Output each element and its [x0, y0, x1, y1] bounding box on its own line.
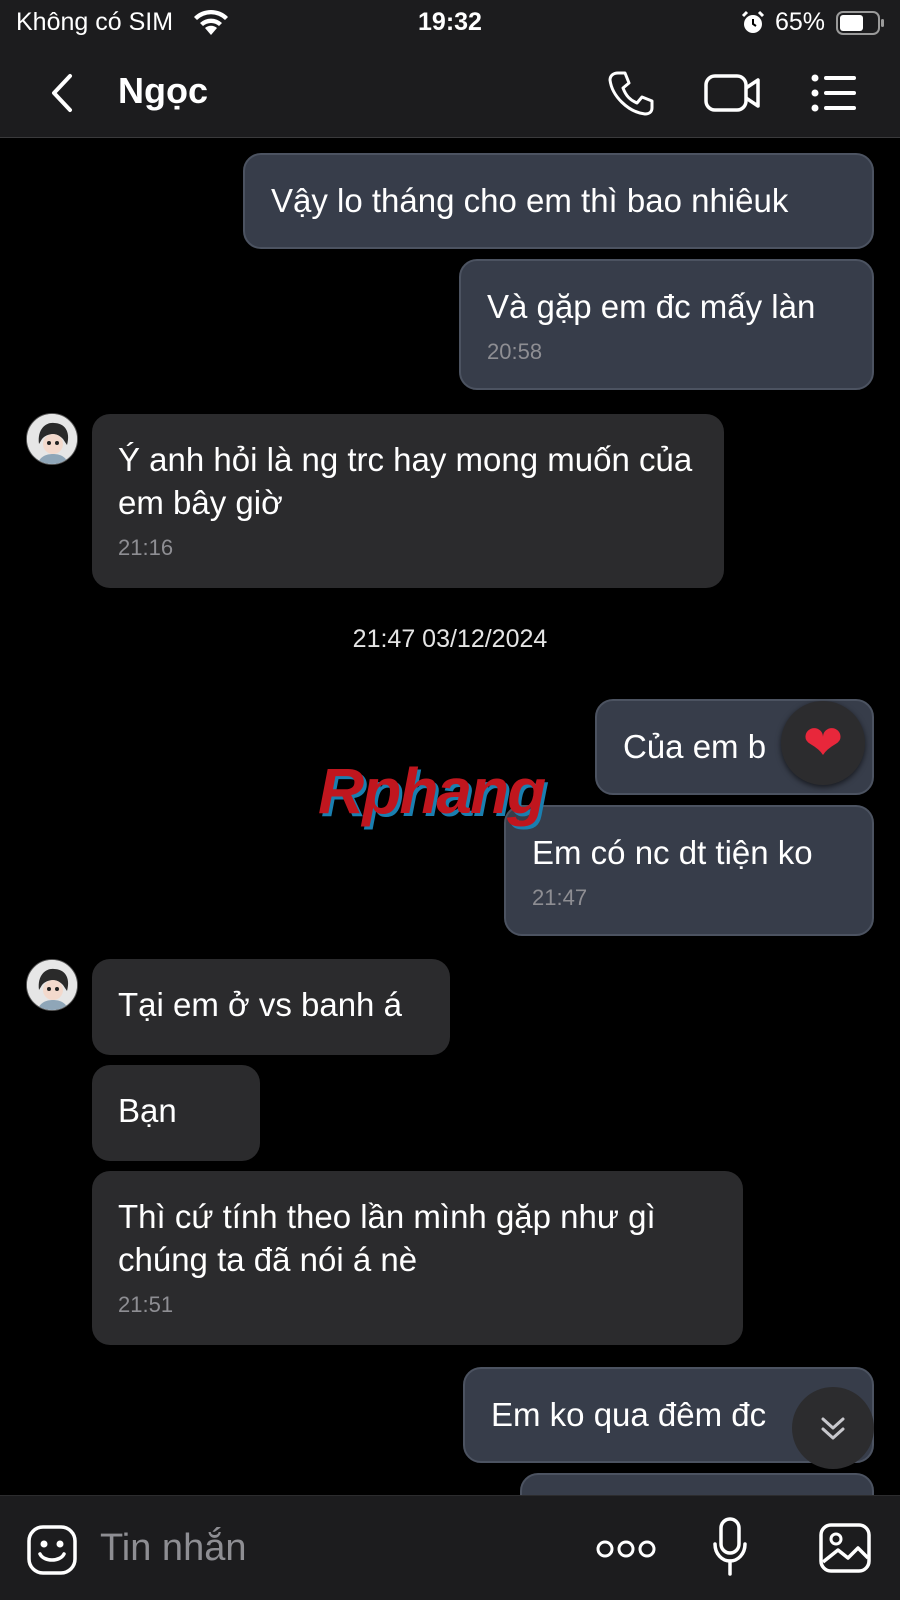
- message-time: 21:16: [118, 535, 174, 560]
- battery-icon: [836, 11, 884, 35]
- message-text: Vậy lo tháng cho em thì bao nhiêuk: [271, 182, 789, 219]
- message-text: Em có nc dt tiện ko: [532, 834, 813, 871]
- message-text: Của em b: [623, 728, 767, 765]
- image-icon[interactable]: [818, 1522, 872, 1574]
- message-text: Tại em ở vs banh á: [118, 986, 402, 1023]
- battery-percent: 65%: [775, 8, 826, 36]
- heart-reaction-icon[interactable]: ❤: [781, 701, 865, 785]
- date-separator: 21:47 03/12/2024: [352, 625, 548, 653]
- message-composer: [0, 1495, 900, 1600]
- message-time: 21:51: [118, 1292, 174, 1317]
- message-text: Em ko qua đêm đc: [491, 1396, 767, 1433]
- avatar-image: [27, 960, 77, 1010]
- avatar[interactable]: [26, 959, 78, 1011]
- microphone-icon[interactable]: [712, 1516, 748, 1578]
- outgoing-message[interactable]: Và gặp em đc mấy làn 20:58: [459, 259, 874, 390]
- incoming-message[interactable]: Ý anh hỏi là ng trc hay mong muốn của em…: [92, 414, 724, 588]
- message-time: 20:58: [487, 339, 543, 364]
- outgoing-message[interactable]: Vậy lo tháng cho em thì bao nhiêuk: [243, 153, 874, 249]
- incoming-message[interactable]: Thì cứ tính theo lần mình gặp như gì chú…: [92, 1171, 743, 1345]
- outgoing-message-partial[interactable]: [520, 1473, 874, 1495]
- emoji-icon[interactable]: [26, 1524, 78, 1576]
- chat-header: Ngọc: [0, 48, 900, 138]
- incoming-message[interactable]: Bạn: [92, 1065, 260, 1161]
- message-text: Ý anh hỏi là ng trc hay mong muốn của em…: [118, 441, 693, 521]
- message-text: Và gặp em đc mấy làn: [487, 288, 816, 325]
- list-menu-icon[interactable]: [810, 70, 858, 116]
- avatar[interactable]: [26, 413, 78, 465]
- avatar-image: [27, 414, 77, 464]
- message-list[interactable]: Vậy lo tháng cho em thì bao nhiêuk Và gặ…: [0, 139, 900, 1495]
- reaction-glyph: ❤: [802, 717, 844, 770]
- back-icon[interactable]: [40, 68, 86, 118]
- contact-name[interactable]: Ngọc: [118, 70, 208, 112]
- watermark-logo: Rphang: [318, 755, 546, 827]
- status-bar: Không có SIM 19:32 65%: [0, 0, 900, 48]
- message-text: Thì cứ tính theo lần mình gặp như gì chú…: [118, 1198, 656, 1278]
- more-dots-icon[interactable]: [596, 1536, 656, 1562]
- message-input[interactable]: [100, 1518, 560, 1578]
- video-camera-icon[interactable]: [704, 70, 762, 116]
- outgoing-message[interactable]: Em có nc dt tiện ko 21:47: [504, 805, 874, 936]
- scroll-to-bottom-button[interactable]: [792, 1387, 874, 1469]
- message-time: 21:47: [532, 885, 588, 910]
- phone-icon[interactable]: [606, 68, 656, 118]
- incoming-message[interactable]: Tại em ở vs banh á: [92, 959, 450, 1055]
- double-chevron-down-icon: [821, 1417, 845, 1440]
- message-text: Bạn: [118, 1092, 177, 1129]
- alarm-icon: [741, 10, 765, 33]
